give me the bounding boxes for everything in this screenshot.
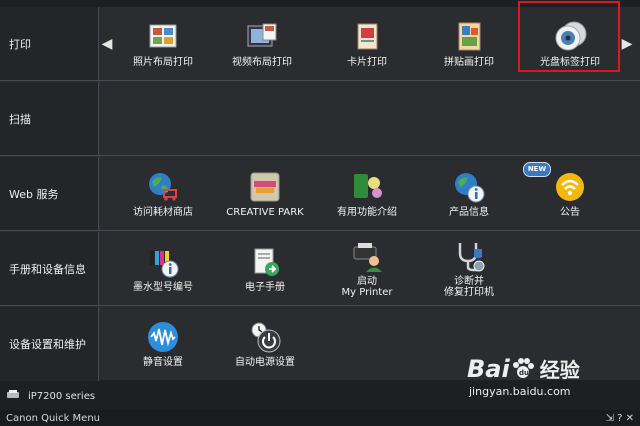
item-card-print[interactable]: 卡片打印 <box>319 7 415 80</box>
item-diagnose-repair[interactable]: 诊断并 修复打印机 <box>421 232 517 305</box>
baidu-watermark: Bai du 经验 jingyan.baidu.com <box>467 354 632 414</box>
auto-power-icon <box>248 320 282 354</box>
item-supplies-store[interactable]: 访问耗材商店 <box>115 157 211 230</box>
video-layout-icon <box>245 20 279 54</box>
row-manuals-device-info: 手册和设备信息 墨水型号编号 电子手册 启动 My Printer 诊断并 修复… <box>0 232 640 306</box>
quick-menu-panel: 打印 ◀ 照片布局打印 视频布局打印 卡片打印 拼贴画打印 光盘标签打印 ▶ 扫… <box>0 1 640 381</box>
app-title: Canon Quick Menu <box>6 412 100 424</box>
quiet-mode-icon <box>146 320 180 354</box>
manual-icon <box>248 245 282 279</box>
scan-items <box>100 82 640 155</box>
category-scan[interactable]: 扫描 <box>0 82 99 155</box>
category-manuals-device-info[interactable]: 手册和设备信息 <box>0 232 99 305</box>
item-collage-print[interactable]: 拼贴画打印 <box>421 7 517 80</box>
diagnose-icon <box>452 239 486 273</box>
paw-icon: du <box>512 357 534 378</box>
globe-cart-icon <box>146 170 180 204</box>
globe-info-icon <box>452 170 486 204</box>
item-launch-my-printer[interactable]: 启动 My Printer <box>319 232 415 305</box>
item-video-layout-print[interactable]: 视频布局打印 <box>214 7 310 80</box>
announcement-icon: NEW <box>523 161 587 204</box>
window-controls[interactable]: ⇲ ? ✕ <box>606 413 634 424</box>
item-photo-layout-print[interactable]: 照片布局打印 <box>115 7 211 80</box>
print-items: ◀ 照片布局打印 视频布局打印 卡片打印 拼贴画打印 光盘标签打印 ▶ <box>100 1 640 80</box>
item-auto-power-settings[interactable]: 自动电源设置 <box>217 307 313 381</box>
card-print-icon <box>350 20 384 54</box>
highlight-box <box>518 1 620 72</box>
printer-icon <box>6 389 20 403</box>
features-icon <box>350 170 384 204</box>
item-ink-model-number[interactable]: 墨水型号编号 <box>115 232 211 305</box>
creative-park-icon <box>248 170 282 204</box>
row-scan: 扫描 <box>0 82 640 156</box>
item-announcement[interactable]: NEW 公告 <box>522 157 618 230</box>
item-creative-park[interactable]: CREATIVE PARK <box>217 157 313 230</box>
scroll-left-arrow[interactable]: ◀ <box>100 7 114 80</box>
collage-print-icon <box>452 20 486 54</box>
my-printer-icon <box>350 239 384 273</box>
printer-name[interactable]: iP7200 series <box>28 391 95 402</box>
row-web-services: Web 服务 访问耗材商店 CREATIVE PARK 有用功能介绍 产品信息 … <box>0 157 640 231</box>
item-quiet-settings[interactable]: 静音设置 <box>115 307 211 381</box>
manual-items: 墨水型号编号 电子手册 启动 My Printer 诊断并 修复打印机 <box>100 232 640 305</box>
new-badge: NEW <box>523 161 551 177</box>
baidu-url: jingyan.baidu.com <box>469 385 571 398</box>
category-web-services[interactable]: Web 服务 <box>0 157 99 230</box>
scroll-right-arrow[interactable]: ▶ <box>620 7 634 80</box>
baidu-logo: Bai du 经验 <box>467 354 580 383</box>
svg-text:du: du <box>519 369 529 377</box>
item-product-info[interactable]: 产品信息 <box>421 157 517 230</box>
item-useful-features[interactable]: 有用功能介绍 <box>319 157 415 230</box>
category-device-settings[interactable]: 设备设置和维护 <box>0 307 99 381</box>
web-items: 访问耗材商店 CREATIVE PARK 有用功能介绍 产品信息 NEW 公告 <box>100 157 640 230</box>
photo-layout-icon <box>146 20 180 54</box>
item-online-manual[interactable]: 电子手册 <box>217 232 313 305</box>
row-print: 打印 ◀ 照片布局打印 视频布局打印 卡片打印 拼贴画打印 光盘标签打印 ▶ <box>0 1 640 81</box>
category-print[interactable]: 打印 <box>0 7 99 80</box>
ink-model-icon <box>146 245 180 279</box>
